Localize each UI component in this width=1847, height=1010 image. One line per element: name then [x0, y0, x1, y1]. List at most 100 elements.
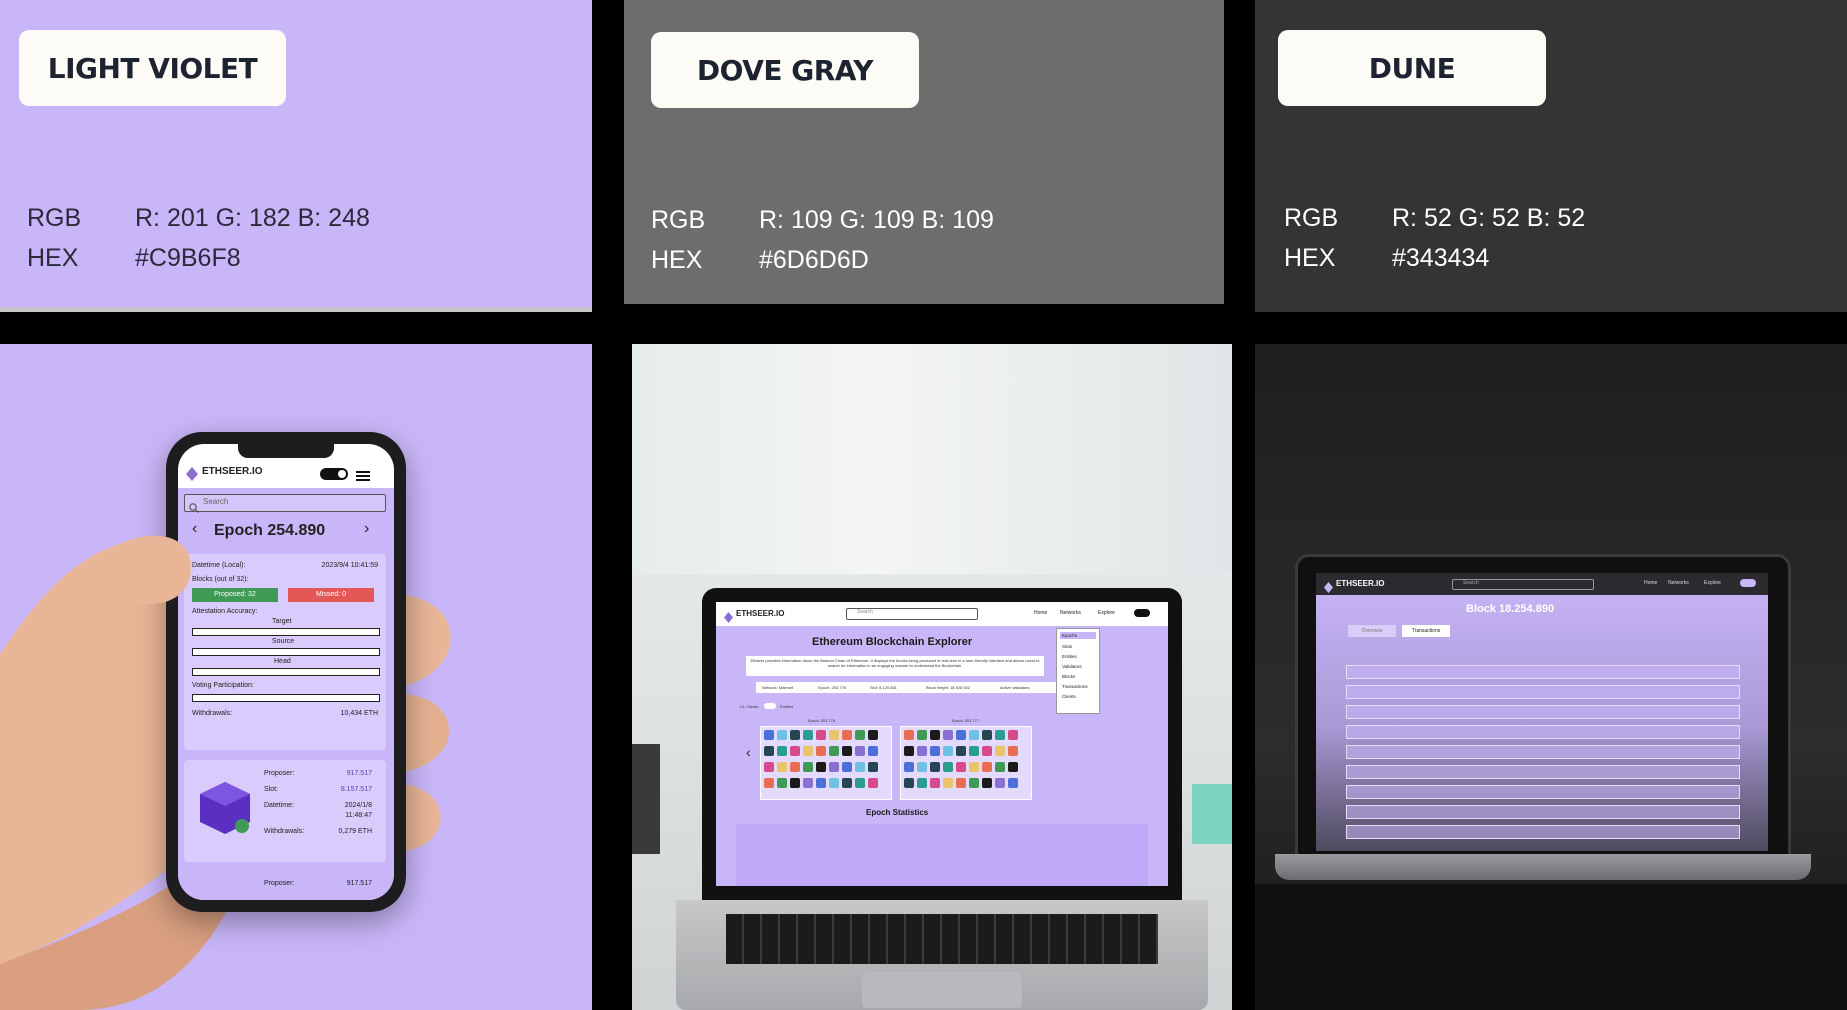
- theme-toggle[interactable]: [1740, 579, 1756, 587]
- carousel-prev-icon[interactable]: ‹: [746, 744, 751, 760]
- tab-transactions[interactable]: Transactions: [1402, 625, 1450, 637]
- block-cube[interactable]: [995, 730, 1005, 740]
- block-cube[interactable]: [829, 762, 839, 772]
- nav-home[interactable]: Home: [1034, 610, 1047, 616]
- block-cube[interactable]: [764, 746, 774, 756]
- block-cube[interactable]: [829, 778, 839, 788]
- transaction-row[interactable]: [1346, 745, 1740, 759]
- block-cube[interactable]: [829, 746, 839, 756]
- block-cube[interactable]: [829, 730, 839, 740]
- prev-epoch-icon[interactable]: ‹: [192, 520, 197, 538]
- search-input[interactable]: Search: [184, 494, 386, 513]
- slot-value[interactable]: 8.157.517: [341, 786, 372, 793]
- block-cube[interactable]: [904, 746, 914, 756]
- block-cube[interactable]: [904, 730, 914, 740]
- block-cube[interactable]: [842, 730, 852, 740]
- block-cube[interactable]: [995, 778, 1005, 788]
- transaction-row[interactable]: [1346, 785, 1740, 799]
- menu-icon[interactable]: [356, 467, 370, 481]
- nav-home[interactable]: Home: [1644, 580, 1657, 586]
- block-cube[interactable]: [956, 730, 966, 740]
- transaction-row[interactable]: [1346, 805, 1740, 819]
- block-cube[interactable]: [855, 762, 865, 772]
- dropdown-item[interactable]: Transactions: [1062, 684, 1094, 689]
- transaction-row[interactable]: [1346, 765, 1740, 779]
- block-cube[interactable]: [764, 730, 774, 740]
- block-cube[interactable]: [855, 746, 865, 756]
- block-cube[interactable]: [777, 778, 787, 788]
- block-cube[interactable]: [1008, 730, 1018, 740]
- nav-explore[interactable]: Explore: [1098, 610, 1115, 616]
- block-cube[interactable]: [803, 762, 813, 772]
- block-cube[interactable]: [982, 762, 992, 772]
- block-cube[interactable]: [816, 778, 826, 788]
- block-cube[interactable]: [969, 730, 979, 740]
- block-cube[interactable]: [1008, 746, 1018, 756]
- block-cube[interactable]: [930, 762, 940, 772]
- block-cube[interactable]: [943, 746, 953, 756]
- block-cube[interactable]: [790, 730, 800, 740]
- dropdown-item[interactable]: Epochs: [1060, 632, 1096, 639]
- block-cube[interactable]: [969, 746, 979, 756]
- block-cube[interactable]: [904, 762, 914, 772]
- block-cube[interactable]: [930, 746, 940, 756]
- block-cube[interactable]: [842, 746, 852, 756]
- transaction-row[interactable]: [1346, 825, 1740, 839]
- block-cube[interactable]: [842, 762, 852, 772]
- nav-explore[interactable]: Explore: [1704, 580, 1721, 586]
- search-input[interactable]: Search: [846, 608, 978, 620]
- block-cube[interactable]: [764, 762, 774, 772]
- theme-toggle[interactable]: [320, 468, 348, 480]
- search-input[interactable]: Search: [1452, 579, 1594, 590]
- block-cube[interactable]: [943, 730, 953, 740]
- block-cube[interactable]: [868, 778, 878, 788]
- block-cube[interactable]: [803, 746, 813, 756]
- block-cube[interactable]: [777, 762, 787, 772]
- tab-overview[interactable]: Overview: [1348, 625, 1396, 637]
- block-cube[interactable]: [790, 746, 800, 756]
- block-cube[interactable]: [764, 778, 774, 788]
- block-cube[interactable]: [956, 746, 966, 756]
- block-cube[interactable]: [816, 746, 826, 756]
- block-cube[interactable]: [930, 730, 940, 740]
- nav-networks[interactable]: Networks: [1060, 610, 1081, 616]
- block-cube[interactable]: [855, 730, 865, 740]
- block-cube[interactable]: [868, 730, 878, 740]
- block-cube[interactable]: [777, 746, 787, 756]
- block-cube[interactable]: [816, 762, 826, 772]
- block-cube[interactable]: [995, 762, 1005, 772]
- block-cube[interactable]: [943, 762, 953, 772]
- block-cube[interactable]: [1008, 762, 1018, 772]
- block-cube[interactable]: [816, 730, 826, 740]
- block-cube[interactable]: [842, 778, 852, 788]
- next-epoch-icon[interactable]: ›: [364, 520, 369, 538]
- dropdown-item[interactable]: Validators: [1062, 664, 1094, 669]
- block-cube[interactable]: [790, 762, 800, 772]
- block-cube[interactable]: [917, 746, 927, 756]
- block-cube[interactable]: [917, 778, 927, 788]
- block-cube[interactable]: [790, 778, 800, 788]
- nav-networks[interactable]: Networks: [1668, 580, 1689, 586]
- proposer-value[interactable]: 917.517: [347, 770, 372, 777]
- block-cube[interactable]: [917, 730, 927, 740]
- block-cube[interactable]: [982, 746, 992, 756]
- block-cube[interactable]: [803, 730, 813, 740]
- block-cube[interactable]: [995, 746, 1005, 756]
- block-cube[interactable]: [904, 778, 914, 788]
- block-cube[interactable]: [956, 778, 966, 788]
- block-cube[interactable]: [969, 762, 979, 772]
- dropdown-item[interactable]: Clients: [1062, 694, 1094, 699]
- block-cube[interactable]: [855, 778, 865, 788]
- transaction-row[interactable]: [1346, 665, 1740, 679]
- block-cube[interactable]: [777, 730, 787, 740]
- transaction-row[interactable]: [1346, 725, 1740, 739]
- transaction-row[interactable]: [1346, 685, 1740, 699]
- dropdown-item[interactable]: Blocks: [1062, 674, 1094, 679]
- dropdown-item[interactable]: Slots: [1062, 644, 1094, 649]
- block-cube[interactable]: [868, 762, 878, 772]
- block-cube[interactable]: [917, 762, 927, 772]
- clients-toggle[interactable]: [764, 703, 776, 709]
- block-cube[interactable]: [982, 778, 992, 788]
- transaction-row[interactable]: [1346, 705, 1740, 719]
- theme-toggle[interactable]: [1134, 609, 1150, 617]
